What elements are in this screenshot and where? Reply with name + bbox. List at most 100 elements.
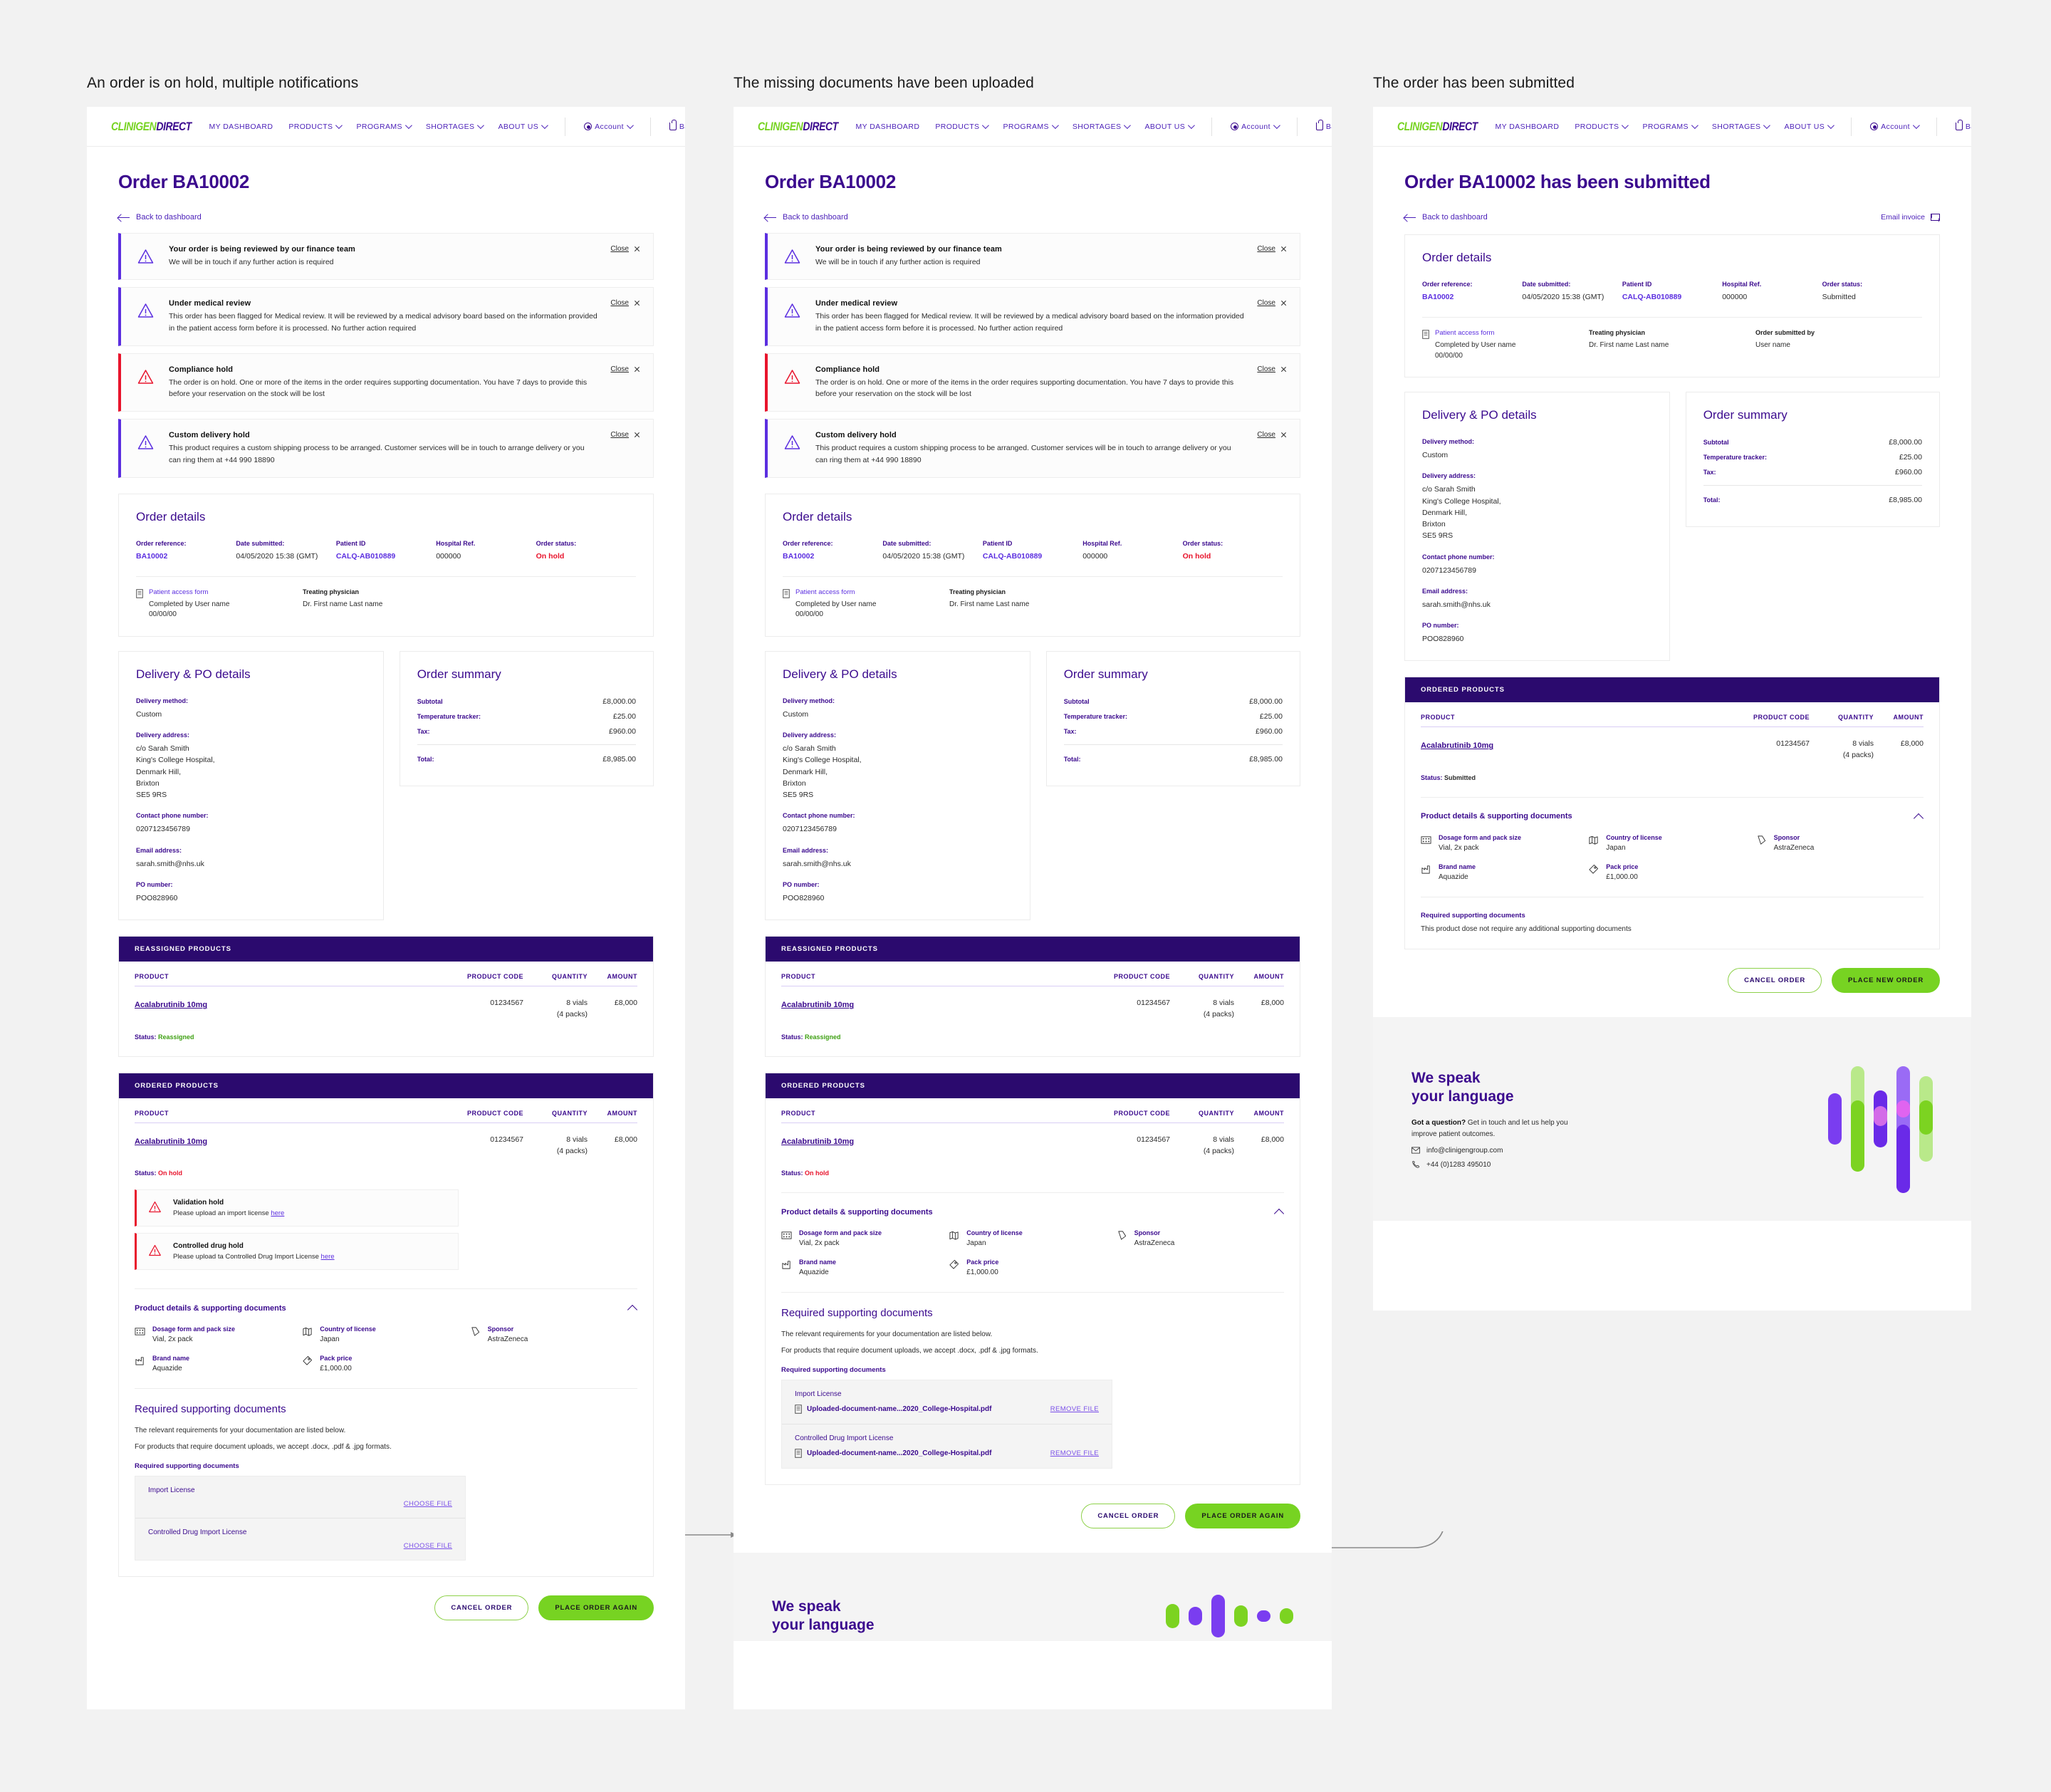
basket-button[interactable]: Basket bbox=[1315, 120, 1332, 131]
alert-close-button[interactable]: Close bbox=[1257, 365, 1287, 373]
col-product-code: PRODUCT CODE bbox=[466, 1109, 523, 1117]
quantity-packs: (4 packs) bbox=[556, 1146, 588, 1155]
field-value[interactable]: CALQ-AB010889 bbox=[1622, 293, 1722, 301]
upload-here-link[interactable]: here bbox=[321, 1253, 335, 1261]
nav-item-my-dashboard[interactable]: MY DASHBOARD bbox=[1496, 123, 1560, 131]
nav-item-programs[interactable]: PROGRAMS bbox=[1642, 122, 1698, 131]
order-summary-card: Order summary Subtotal £8,000.00 Tempera… bbox=[399, 650, 654, 786]
nav-item-products[interactable]: PRODUCTS bbox=[935, 122, 990, 131]
close-label: Close bbox=[1257, 299, 1275, 308]
spec-dosage-form: Dosage form and pack size Vial, 2x pack bbox=[781, 1229, 949, 1247]
field-value[interactable]: CALQ-AB010889 bbox=[983, 552, 1082, 561]
summary-amount: £8,000.00 bbox=[1249, 697, 1283, 706]
back-to-dashboard-link[interactable]: Back to dashboard bbox=[1404, 213, 1488, 222]
back-to-dashboard-link[interactable]: Back to dashboard bbox=[765, 213, 848, 222]
nav-item-my-dashboard[interactable]: MY DASHBOARD bbox=[856, 123, 920, 131]
summary-heading: Order summary bbox=[1703, 408, 1788, 422]
spec-label: Brand name bbox=[799, 1259, 837, 1266]
doc-row-import-license: Import License CHOOSE FILE bbox=[135, 1476, 465, 1519]
alert-text: We will be in touch if any further actio… bbox=[169, 258, 334, 266]
field-date-submitted: Date submitted: 04/05/2020 15:38 (GMT) bbox=[882, 540, 982, 561]
cancel-order-button[interactable]: CANCEL ORDER bbox=[1728, 967, 1822, 993]
summary-row-tax: Tax: £960.00 bbox=[1064, 727, 1283, 736]
field-value[interactable]: BA10002 bbox=[1422, 293, 1522, 301]
spec-label: Country of license bbox=[320, 1325, 376, 1333]
contact-phone-label: Contact phone number: bbox=[1422, 553, 1495, 561]
cancel-order-button[interactable]: CANCEL ORDER bbox=[434, 1595, 529, 1621]
brand-logo[interactable]: CLINIGEN DIRECT bbox=[111, 120, 192, 134]
brand-logo[interactable]: CLINIGEN DIRECT bbox=[1397, 120, 1478, 134]
alert-close-button[interactable]: Close bbox=[610, 365, 640, 373]
nav-item-about-us[interactable]: ABOUT US bbox=[498, 122, 549, 131]
account-menu[interactable]: Account bbox=[1870, 122, 1920, 131]
field-value[interactable]: BA10002 bbox=[136, 552, 236, 561]
nav-item-programs[interactable]: PROGRAMS bbox=[1003, 122, 1059, 131]
field-label: Order reference: bbox=[783, 539, 833, 547]
divider bbox=[417, 744, 636, 745]
remove-file-button[interactable]: REMOVE FILE bbox=[1050, 1405, 1099, 1413]
promo-email[interactable]: info@clinigengroup.com bbox=[1411, 1146, 1575, 1155]
nav-item-shortages[interactable]: SHORTAGES bbox=[426, 122, 485, 131]
product-name-link[interactable]: Acalabrutinib 10mg bbox=[135, 1001, 207, 1009]
chevron-down-icon bbox=[1124, 122, 1132, 130]
alert-finance-review: Your order is being reviewed by our fina… bbox=[765, 233, 1300, 281]
nav-label: PROGRAMS bbox=[356, 122, 402, 131]
bar bbox=[1234, 1605, 1248, 1627]
product-details-accordion[interactable]: Product details & supporting documents bbox=[135, 1289, 637, 1313]
alert-close-button[interactable]: Close bbox=[610, 299, 640, 307]
nav-item-programs[interactable]: PROGRAMS bbox=[356, 122, 412, 131]
field-value[interactable]: CALQ-AB010889 bbox=[336, 552, 436, 561]
remove-file-button[interactable]: REMOVE FILE bbox=[1050, 1449, 1099, 1457]
alert-close-button[interactable]: Close bbox=[1257, 245, 1287, 253]
alert-close-button[interactable]: Close bbox=[1257, 431, 1287, 439]
quantity-value: 8 vials bbox=[1852, 739, 1874, 749]
promo-phone[interactable]: +44 (0)1283 495010 bbox=[1411, 1160, 1575, 1169]
product-name-link[interactable]: Acalabrutinib 10mg bbox=[135, 1137, 207, 1146]
account-menu[interactable]: Account bbox=[584, 122, 634, 131]
place-order-again-button[interactable]: PLACE ORDER AGAIN bbox=[1185, 1504, 1300, 1529]
place-new-order-button[interactable]: PLACE NEW ORDER bbox=[1832, 967, 1940, 993]
close-icon bbox=[634, 432, 640, 438]
upload-here-link[interactable]: here bbox=[271, 1209, 284, 1217]
status-label: Status: bbox=[135, 1170, 157, 1177]
choose-file-button[interactable]: CHOOSE FILE bbox=[404, 1542, 452, 1550]
place-order-again-button[interactable]: PLACE ORDER AGAIN bbox=[538, 1595, 654, 1621]
email-invoice-button[interactable]: Email invoice bbox=[1881, 213, 1940, 222]
product-details-accordion[interactable]: Product details & supporting documents bbox=[781, 1193, 1284, 1217]
accordion-title: Product details & supporting documents bbox=[135, 1303, 286, 1313]
basket-button[interactable]: Basket bbox=[1955, 120, 1971, 131]
alert-close-button[interactable]: Close bbox=[610, 245, 640, 253]
back-to-dashboard-link[interactable]: Back to dashboard bbox=[118, 213, 202, 222]
col-amount: AMOUNT bbox=[607, 1109, 637, 1117]
patient-access-form-link[interactable]: Patient access form bbox=[149, 588, 229, 596]
nav-item-my-dashboard[interactable]: MY DASHBOARD bbox=[209, 123, 273, 131]
delivery-heading: Delivery & PO details bbox=[1422, 408, 1537, 422]
tag-icon bbox=[1756, 835, 1767, 845]
patient-access-form-link[interactable]: Patient access form bbox=[795, 588, 876, 596]
product-name-link[interactable]: Acalabrutinib 10mg bbox=[1421, 741, 1493, 750]
status-value: Submitted bbox=[1444, 773, 1476, 781]
basket-button[interactable]: Basket bbox=[669, 120, 685, 131]
nav-item-about-us[interactable]: ABOUT US bbox=[1144, 122, 1196, 131]
spec-label: Brand name bbox=[1439, 863, 1476, 870]
patient-access-form-link[interactable]: Patient access form bbox=[1435, 329, 1515, 337]
cell-amount: £8,000 bbox=[614, 1135, 637, 1144]
promo-line-1: We speak bbox=[1411, 1069, 1481, 1086]
brand-logo[interactable]: CLINIGEN DIRECT bbox=[758, 120, 838, 134]
account-menu[interactable]: Account bbox=[1231, 122, 1280, 131]
cancel-order-button[interactable]: CANCEL ORDER bbox=[1081, 1504, 1176, 1529]
nav-item-products[interactable]: PRODUCTS bbox=[288, 122, 343, 131]
alert-close-button[interactable]: Close bbox=[1257, 299, 1287, 307]
nav-item-shortages[interactable]: SHORTAGES bbox=[1073, 122, 1132, 131]
nav-item-about-us[interactable]: ABOUT US bbox=[1784, 122, 1835, 131]
product-name-link[interactable]: Acalabrutinib 10mg bbox=[781, 1137, 854, 1146]
field-value[interactable]: BA10002 bbox=[783, 552, 882, 561]
nav-item-shortages[interactable]: SHORTAGES bbox=[1712, 122, 1771, 131]
product-name-link[interactable]: Acalabrutinib 10mg bbox=[781, 1001, 854, 1009]
summary-row-subtotal: Subtotal £8,000.00 bbox=[417, 697, 636, 706]
nav-item-products[interactable]: PRODUCTS bbox=[1575, 122, 1629, 131]
choose-file-button[interactable]: CHOOSE FILE bbox=[404, 1500, 452, 1508]
product-details-accordion[interactable]: Product details & supporting documents bbox=[1421, 798, 1924, 821]
alert-close-button[interactable]: Close bbox=[610, 431, 640, 439]
action-buttons: CANCEL ORDER PLACE ORDER AGAIN bbox=[765, 1485, 1300, 1553]
